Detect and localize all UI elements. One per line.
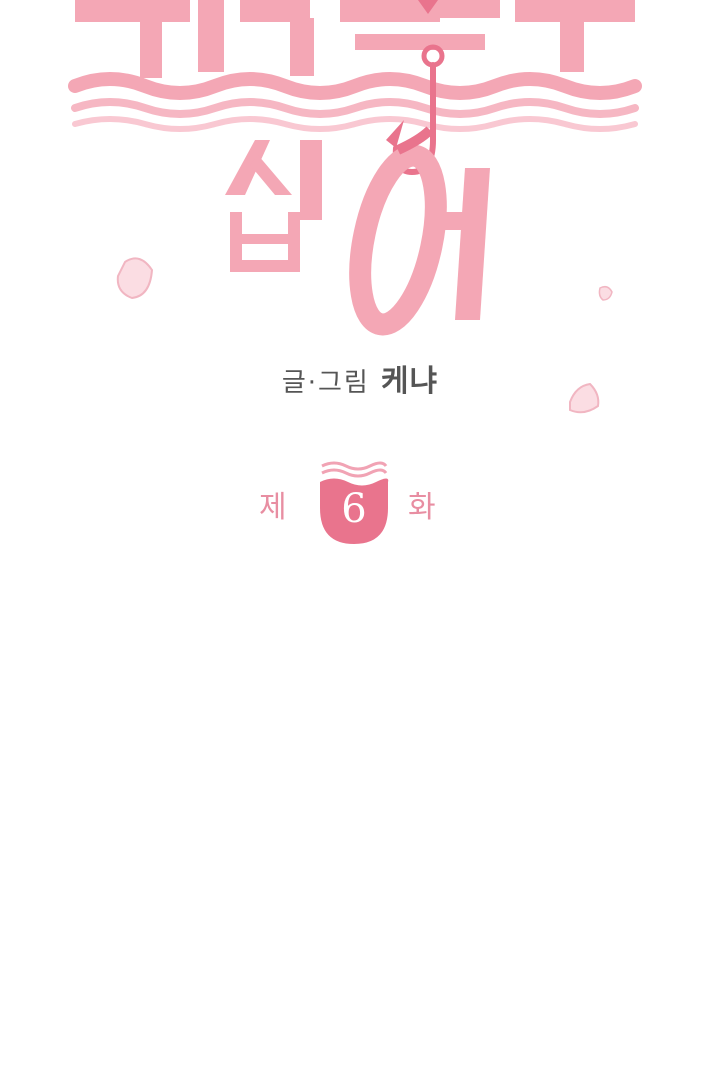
title-letter-eo [349, 126, 490, 336]
episode-number: 6 [341, 486, 367, 532]
credit-role: 글·그림 [281, 368, 370, 398]
author-credit: 글·그림 케냐 [0, 356, 720, 400]
petal-left [116, 257, 154, 300]
title-letters-top [75, 0, 635, 78]
episode-suffix: 화 [408, 490, 436, 525]
petal-right-small [598, 285, 613, 301]
credit-author: 케냐 [380, 364, 439, 399]
comic-title-page: 글·그림 케냐 제 6 화 [0, 0, 720, 1080]
episode-prefix: 제 [259, 490, 287, 525]
episode-label: 제 6 화 [0, 458, 720, 548]
wave-bands [68, 72, 642, 132]
title-letter-sip [225, 140, 322, 272]
